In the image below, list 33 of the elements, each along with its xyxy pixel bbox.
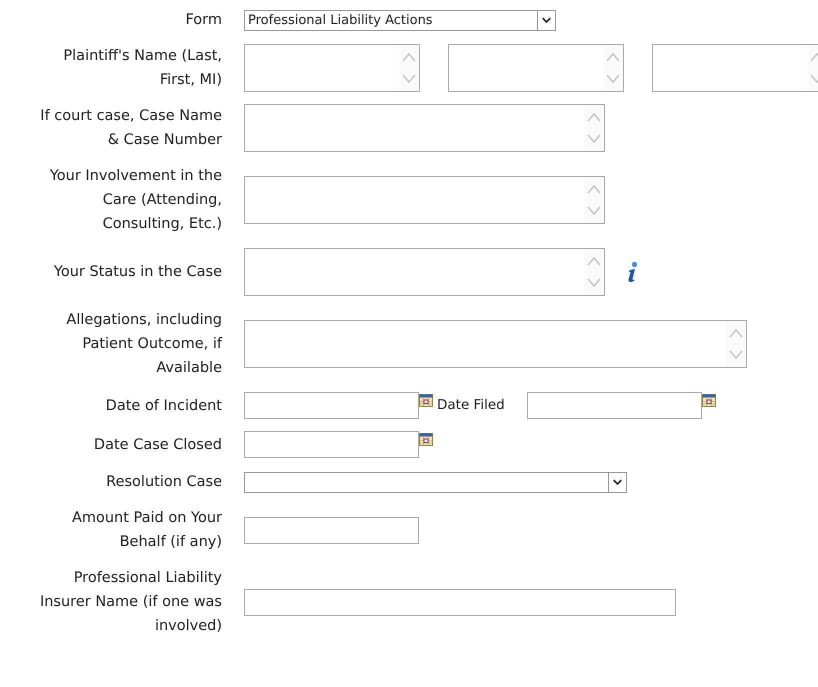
input-field[interactable] <box>244 588 676 616</box>
field-label: Form <box>184 11 222 30</box>
field-label: Plaintiff's Name (Last, First, MI) <box>62 47 222 90</box>
field-label: Your Involvement in the Care (Attending, Consulting, Etc.) <box>48 167 222 234</box>
scroll-arrows-icon <box>399 45 419 91</box>
scroll-arrows-icon <box>584 177 604 223</box>
scroll-arrows-icon <box>603 45 623 91</box>
calendar-icon <box>419 433 433 446</box>
field-label: If court case, Case Name & Case Number <box>39 107 222 150</box>
field-label: Date of Incident <box>104 396 222 416</box>
text-area[interactable] <box>244 248 605 296</box>
field-label: Date Case Closed <box>92 436 222 454</box>
field-label: Amount Paid on Your Behalf (if any) <box>70 509 222 552</box>
input-field[interactable] <box>526 392 702 419</box>
scroll-arrows-icon <box>584 249 604 295</box>
field-label: Resolution Case <box>105 473 222 492</box>
text-area[interactable] <box>244 104 605 152</box>
field-label: Date Filed <box>437 396 505 416</box>
text-area[interactable] <box>244 176 605 224</box>
text-area[interactable] <box>652 44 818 92</box>
input-field[interactable] <box>244 516 419 544</box>
input-field[interactable] <box>244 392 419 419</box>
text-area[interactable] <box>244 320 747 368</box>
field-label: Allegations, including Patient Outcome, if Available <box>65 311 222 378</box>
input-field[interactable] <box>244 431 419 458</box>
scroll-arrows-icon <box>726 321 746 367</box>
dropdown[interactable]: Professional Liability Actions <box>244 10 556 30</box>
scroll-arrows-icon <box>584 105 604 151</box>
field-label: Your Status in the Case <box>52 263 222 282</box>
calendar-icon <box>702 394 716 407</box>
calendar-icon <box>419 394 433 407</box>
field-label: Professional Liability Insurer Name (if one was involved) <box>38 569 222 636</box>
dropdown[interactable] <box>244 472 627 492</box>
